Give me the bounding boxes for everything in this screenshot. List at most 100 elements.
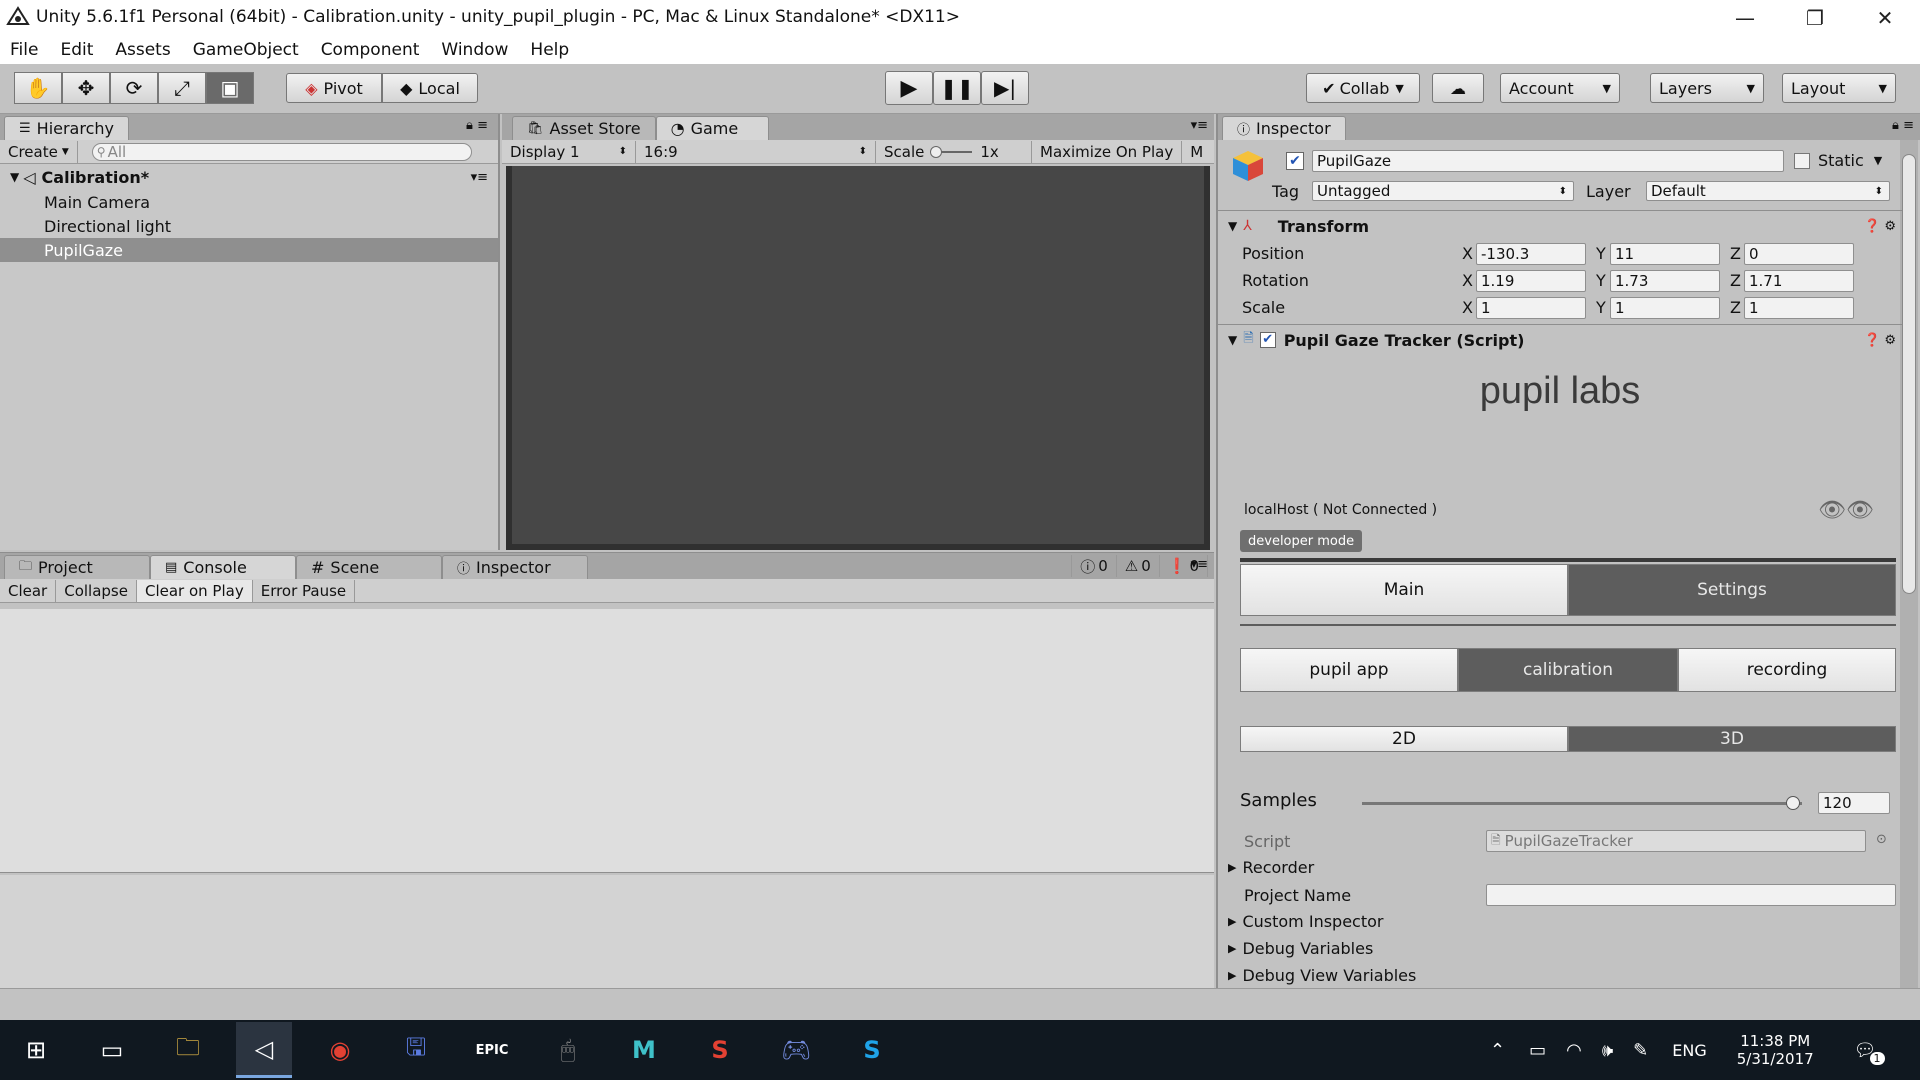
account-dropdown[interactable]: Account ▼	[1500, 73, 1620, 103]
menu-component[interactable]: Component	[321, 40, 420, 60]
tab-3d[interactable]: 3D	[1568, 726, 1896, 752]
menu-window[interactable]: Window	[441, 40, 508, 60]
game-view[interactable]	[506, 166, 1210, 550]
maya-icon[interactable]: M	[616, 1022, 672, 1078]
layout-dropdown[interactable]: Layout ▼	[1782, 73, 1896, 103]
tag-dropdown[interactable]: Untagged ⬍	[1312, 181, 1574, 201]
step-button[interactable]: ▶|	[981, 71, 1029, 105]
move-tool-icon[interactable]: ✥	[62, 72, 110, 104]
action-center-icon[interactable]: 💬︎ 1	[1854, 1040, 1885, 1065]
pause-button[interactable]: ❚❚	[933, 71, 981, 105]
rotation-z-field[interactable]: 1.71	[1744, 269, 1854, 292]
object-picker-icon[interactable]: ⊙	[1876, 832, 1887, 847]
tab-hierarchy[interactable]: ☰ Hierarchy	[4, 116, 129, 140]
discord-icon[interactable]: 🎮︎	[768, 1022, 824, 1078]
menu-file[interactable]: File	[10, 40, 38, 60]
object-name-field[interactable]: PupilGaze	[1312, 150, 1784, 172]
samples-slider-track[interactable]	[1362, 796, 1802, 810]
hierarchy-item-selected[interactable]: PupilGaze	[0, 238, 498, 262]
substance-icon[interactable]: S	[692, 1022, 748, 1078]
active-checkbox[interactable]: ✔	[1286, 152, 1304, 170]
tab-project[interactable]: 🗀︎ Project	[4, 555, 150, 579]
script-enabled-checkbox[interactable]: ✔	[1259, 332, 1276, 348]
panel-menu-icon[interactable]: ▾≡	[1191, 118, 1208, 133]
samples-field[interactable]: 120	[1818, 792, 1890, 814]
tab-inspector[interactable]: ⓘ Inspector	[1222, 116, 1346, 140]
scale-y-field[interactable]: 1	[1610, 296, 1720, 319]
clear-on-play-toggle[interactable]: Clear on Play	[136, 579, 253, 602]
console-log-area[interactable]	[0, 609, 1214, 873]
tab-settings[interactable]: Settings	[1568, 564, 1896, 616]
file-explorer-icon[interactable]: 🗀︎	[160, 1022, 216, 1078]
hand-tool-icon[interactable]: ✋	[14, 72, 62, 104]
transform-header[interactable]: ▼ ⅄ Transform ❓ ⚙	[1228, 214, 1902, 238]
lock-icon[interactable]: 🔒︎ ≡	[1892, 118, 1914, 133]
more-toggle[interactable]: M	[1182, 141, 1211, 163]
tab-asset-store[interactable]: 🛍︎ Asset Store	[512, 116, 656, 140]
display-dropdown[interactable]: Display 1 ⬍	[502, 140, 636, 163]
menu-edit[interactable]: Edit	[60, 40, 93, 60]
epic-games-icon[interactable]: EPIC	[464, 1022, 520, 1078]
warning-count-toggle[interactable]: ⚠ 0	[1117, 555, 1160, 577]
static-toggle[interactable]: Static ▼	[1794, 151, 1882, 170]
tab-scene[interactable]: # Scene	[296, 555, 442, 579]
maximize-button[interactable]: ❐	[1780, 0, 1850, 36]
hierarchy-item[interactable]: Directional light	[0, 214, 498, 238]
scale-thumb[interactable]	[930, 145, 943, 158]
samples-slider-thumb[interactable]	[1786, 796, 1801, 810]
pen-icon[interactable]: ✎	[1633, 1040, 1648, 1061]
recorder-foldout[interactable]: ▶ Recorder	[1228, 858, 1314, 877]
collab-button[interactable]: ✔ Collab ▼	[1306, 73, 1420, 103]
tab-calibration[interactable]: calibration	[1458, 648, 1678, 692]
minimize-button[interactable]: —	[1710, 0, 1780, 36]
tab-pupil-app[interactable]: pupil app	[1240, 648, 1458, 692]
position-z-field[interactable]: 0	[1744, 242, 1854, 265]
hierarchy-item[interactable]: Main Camera	[0, 190, 498, 214]
language-indicator[interactable]: ENG	[1672, 1041, 1706, 1060]
menu-assets[interactable]: Assets	[115, 40, 170, 60]
scale-z-field[interactable]: 1	[1744, 296, 1854, 319]
developer-mode-badge[interactable]: developer mode	[1240, 530, 1363, 552]
tab-main[interactable]: Main	[1240, 564, 1568, 616]
scale-x-field[interactable]: 1	[1476, 296, 1586, 319]
lock-icon[interactable]: 🔒︎ ≡	[466, 118, 488, 133]
volume-icon[interactable]: 🕪︎	[1602, 1040, 1613, 1061]
script-component-header[interactable]: ▼ 🗎︎ ✔ Pupil Gaze Tracker (Script) ❓ ⚙	[1228, 328, 1902, 352]
position-x-field[interactable]: -130.3	[1476, 242, 1586, 265]
collapse-button[interactable]: Collapse	[56, 579, 137, 602]
scale-tool-icon[interactable]: ⤢	[158, 72, 206, 104]
scene-menu-icon[interactable]: ▾≡	[471, 170, 488, 185]
skype-icon[interactable]: S	[844, 1022, 900, 1078]
close-button[interactable]: ✕	[1850, 0, 1920, 36]
tab-inspector-secondary[interactable]: ⓘ Inspector	[442, 555, 588, 579]
scrollbar-thumb[interactable]	[1902, 154, 1916, 594]
static-checkbox[interactable]	[1794, 152, 1810, 169]
wifi-icon[interactable]: ◠	[1566, 1040, 1582, 1061]
battery-icon[interactable]: ▭	[1529, 1040, 1546, 1061]
help-gear-icon[interactable]: ❓ ⚙	[1864, 333, 1896, 348]
windows-start-icon[interactable]: ⊞	[8, 1022, 64, 1078]
tab-2d[interactable]: 2D	[1240, 726, 1568, 752]
cloud-button[interactable]: ☁	[1432, 73, 1484, 103]
tab-game[interactable]: ◔ Game	[655, 116, 770, 140]
rotation-x-field[interactable]: 1.19	[1476, 269, 1586, 292]
clear-button[interactable]: Clear	[0, 579, 57, 602]
tab-recording[interactable]: recording	[1678, 648, 1896, 692]
create-dropdown[interactable]: Create ▼	[0, 140, 78, 163]
clock[interactable]: 11:38 PM 5/31/2017	[1737, 1032, 1814, 1068]
scene-header[interactable]: ▼ ◁ Calibration* ▾≡	[0, 164, 498, 190]
menu-gameobject[interactable]: GameObject	[193, 40, 299, 60]
rotate-tool-icon[interactable]: ⟳	[110, 72, 158, 104]
inspector-scrollbar[interactable]	[1900, 140, 1918, 988]
task-view-icon[interactable]: ▭	[84, 1022, 140, 1078]
pivot-button[interactable]: ◈ Pivot	[286, 73, 382, 103]
rect-tool-icon[interactable]: ▣	[206, 72, 254, 104]
project-name-input[interactable]	[1486, 884, 1896, 906]
unity-app-icon[interactable]: ◁	[236, 1022, 292, 1078]
layers-dropdown[interactable]: Layers ▼	[1650, 73, 1764, 103]
error-count-toggle[interactable]: ❗ 0	[1160, 555, 1208, 577]
custom-inspector-foldout[interactable]: ▶ Custom Inspector	[1228, 912, 1383, 931]
tab-console[interactable]: ▤ Console	[150, 555, 296, 579]
layer-dropdown[interactable]: Default ⬍	[1646, 181, 1890, 201]
menu-help[interactable]: Help	[530, 40, 569, 60]
